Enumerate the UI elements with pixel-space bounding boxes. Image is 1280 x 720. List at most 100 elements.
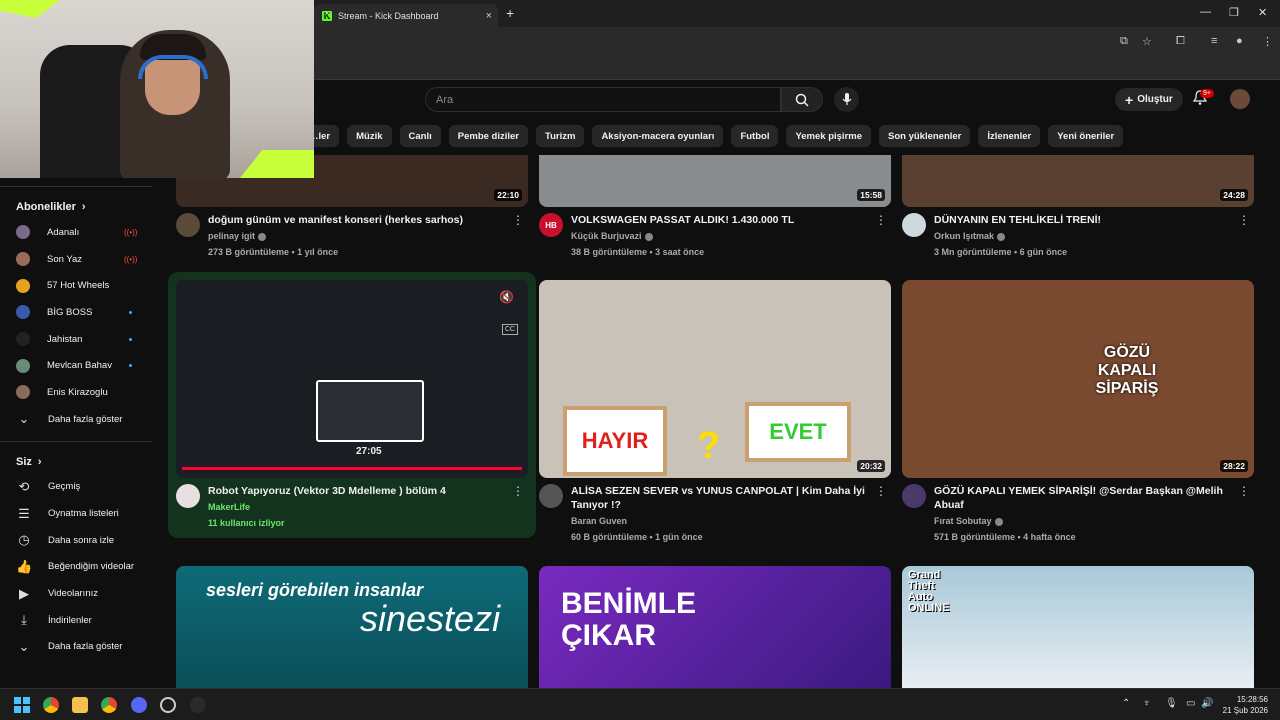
subscription-item[interactable]: Son Yaz ((•))	[0, 246, 160, 273]
chip[interactable]: Futbol	[731, 125, 779, 147]
channel-name[interactable]: Baran Guven	[571, 514, 871, 528]
chip[interactable]: İzlenenler	[978, 125, 1041, 147]
you-show-more[interactable]: ⌄ Daha fazla göster	[0, 634, 160, 661]
channel-name[interactable]: Küçük Burjuvazi	[571, 229, 871, 243]
close-window-icon[interactable]: ✕	[1258, 6, 1267, 19]
windows-start-icon[interactable]	[14, 697, 30, 713]
captions-icon[interactable]: CC	[501, 324, 518, 335]
channel-avatar[interactable]	[176, 484, 200, 508]
channel-name[interactable]: pelinay igit	[208, 229, 508, 243]
restore-icon[interactable]: ❐	[1229, 6, 1239, 19]
channel-avatar[interactable]	[176, 213, 200, 237]
subscription-item[interactable]: BİG BOSS	[0, 299, 160, 326]
more-options-icon[interactable]: ⋮	[512, 213, 524, 227]
more-options-icon[interactable]: ⋮	[512, 484, 524, 498]
search-input[interactable]: Ara	[425, 87, 781, 112]
you-item[interactable]: ⟲ Geçmiş	[0, 474, 160, 501]
video-card[interactable]: 15:58 HB VOLKSWAGEN PASSAT ALDIK! 1.430.00…	[539, 155, 891, 267]
video-title-text[interactable]: ALİSA SEZEN SEVER vs YUNUS CANPOLAT | Ki…	[571, 484, 871, 512]
channel-name[interactable]: Orkun Işıtmak	[934, 229, 1234, 243]
video-thumbnail[interactable]: 27:05 🔇 CC	[176, 280, 528, 478]
video-thumbnail[interactable]: 24:28	[902, 155, 1254, 207]
channel-name[interactable]: Fırat Sobutay	[934, 514, 1234, 528]
minimize-icon[interactable]: —	[1200, 6, 1211, 18]
video-title-text[interactable]: doğum günüm ve manifest konseri (herkes …	[208, 213, 508, 227]
video-thumbnail[interactable]: Grand Theft Auto ONLINE	[902, 566, 1254, 688]
profile-icon[interactable]: ●	[1236, 35, 1243, 47]
obs-icon[interactable]	[160, 697, 176, 713]
extensions-icon[interactable]: ⧠	[1176, 35, 1185, 48]
microphone-tray-icon[interactable]: 🎙	[1165, 698, 1178, 709]
channel-avatar[interactable]: HB	[539, 213, 563, 237]
chrome-icon[interactable]	[43, 697, 59, 713]
account-avatar[interactable]	[1230, 89, 1250, 109]
subscription-item[interactable]: Enis Kirazoglu	[0, 379, 160, 406]
video-card[interactable]: Grand Theft Auto ONLINE	[902, 566, 1254, 688]
video-thumbnail[interactable]: 28:22 GÖZÜ KAPALI SİPARİŞ	[902, 280, 1254, 478]
more-options-icon[interactable]: ⋮	[1238, 213, 1250, 227]
video-card[interactable]: 20:32 HAYIR? EVET ALİSA SEZEN SEVER vs YUNU…	[539, 280, 891, 542]
video-card[interactable]: 24:28 DÜNYANIN EN TEHLİKELİ TRENİ! Orkun I…	[902, 155, 1254, 267]
video-card[interactable]: 27:05 🔇 CC Robot Yapıyoruz (Vektor 3D Mdell…	[176, 280, 528, 538]
create-button[interactable]: + Oluştur	[1115, 88, 1183, 111]
you-heading[interactable]: Siz ›	[0, 450, 160, 474]
video-title-text[interactable]: VOLKSWAGEN PASSAT ALDIK! 1.430.000 TL	[571, 213, 871, 227]
channel-avatar[interactable]	[902, 484, 926, 508]
prev-tab-close-icon[interactable]: ×	[324, 8, 330, 20]
video-title-text[interactable]: DÜNYANIN EN TEHLİKELİ TRENİ!	[934, 213, 1234, 227]
chip[interactable]: Pembe diziler	[448, 125, 528, 147]
video-thumbnail[interactable]: 20:32 HAYIR? EVET	[539, 280, 891, 478]
you-item[interactable]: ⤓ İndirilenler	[0, 607, 160, 634]
channel-name[interactable]: MakerLife	[208, 500, 508, 514]
video-thumbnail[interactable]: 15:58	[539, 155, 891, 207]
progress-bar[interactable]	[182, 467, 522, 470]
subscription-item[interactable]: 57 Hot Wheels	[0, 272, 160, 299]
voice-search-button[interactable]	[834, 87, 859, 112]
video-title-text[interactable]: Robot Yapıyoruz (Vektor 3D Mdelleme ) bö…	[208, 484, 508, 498]
you-item[interactable]: 👍 Beğendiğim videolar	[0, 554, 160, 581]
tray-chevron-icon[interactable]: ⌃	[1122, 698, 1130, 709]
display-icon[interactable]: ▭	[1186, 698, 1195, 709]
mute-icon[interactable]: 🔇	[499, 290, 514, 304]
more-options-icon[interactable]: ⋮	[1238, 484, 1250, 498]
discord-icon[interactable]	[131, 697, 147, 713]
chip[interactable]: Yeni öneriler	[1048, 125, 1124, 147]
media-icon[interactable]: ≡	[1211, 35, 1217, 47]
tab-close-icon[interactable]: ×	[486, 10, 492, 22]
tab-kick-dashboard[interactable]: K Stream - Kick Dashboard ×	[314, 4, 498, 27]
video-card[interactable]: sesleri görebilen insanlar sinestezi	[176, 566, 528, 688]
video-title-text[interactable]: GÖZÜ KAPALI YEMEK SİPARİŞİ! @Serdar Başk…	[934, 484, 1234, 512]
subscriptions-heading[interactable]: Abonelikler ›	[0, 195, 160, 219]
you-item[interactable]: ◷ Daha sonra izle	[0, 527, 160, 554]
menu-icon[interactable]: ⋮	[1262, 35, 1273, 48]
app-icon[interactable]	[190, 697, 206, 713]
video-thumbnail[interactable]: BENİMLE ÇIKAR	[539, 566, 891, 688]
more-options-icon[interactable]: ⋮	[875, 484, 887, 498]
you-item[interactable]: ☰ Oynatma listeleri	[0, 500, 160, 527]
chip[interactable]: Aksiyon-macera oyunları	[592, 125, 724, 147]
system-clock[interactable]: 15:28:56 21 Şub 2026	[1223, 694, 1268, 716]
chip[interactable]: Müzik	[347, 125, 392, 147]
you-item[interactable]: ▶ Videolarınız	[0, 580, 160, 607]
search-button[interactable]	[781, 87, 823, 112]
video-card[interactable]: BENİMLE ÇIKAR	[539, 566, 891, 688]
chip[interactable]: Turizm	[536, 125, 585, 147]
subscription-item[interactable]: Jahistan	[0, 326, 160, 353]
tray-app-icon[interactable]: ♆	[1143, 698, 1151, 709]
subscriptions-show-more[interactable]: ⌄ Daha fazla göster	[0, 406, 160, 433]
more-options-icon[interactable]: ⋮	[875, 213, 887, 227]
video-card[interactable]: 28:22 GÖZÜ KAPALI SİPARİŞ GÖZÜ KAPALI YEME…	[902, 280, 1254, 542]
video-thumbnail[interactable]: sesleri görebilen insanlar sinestezi	[176, 566, 528, 688]
volume-icon[interactable]: 🔊	[1201, 698, 1213, 709]
channel-avatar[interactable]	[539, 484, 563, 508]
bookmark-star-icon[interactable]: ☆	[1142, 35, 1152, 48]
cast-icon[interactable]: ⧉	[1120, 35, 1128, 48]
subscription-item[interactable]: Adanalı ((•))	[0, 219, 160, 246]
chip[interactable]: Yemek pişirme	[786, 125, 871, 147]
new-tab-button[interactable]: +	[506, 5, 514, 21]
chrome-profile-icon[interactable]	[101, 697, 117, 713]
chip[interactable]: Canlı	[399, 125, 441, 147]
subscription-item[interactable]: Mevlcan Bahav	[0, 352, 160, 379]
file-explorer-icon[interactable]	[72, 697, 88, 713]
chip[interactable]: Son yüklenenler	[879, 125, 971, 147]
